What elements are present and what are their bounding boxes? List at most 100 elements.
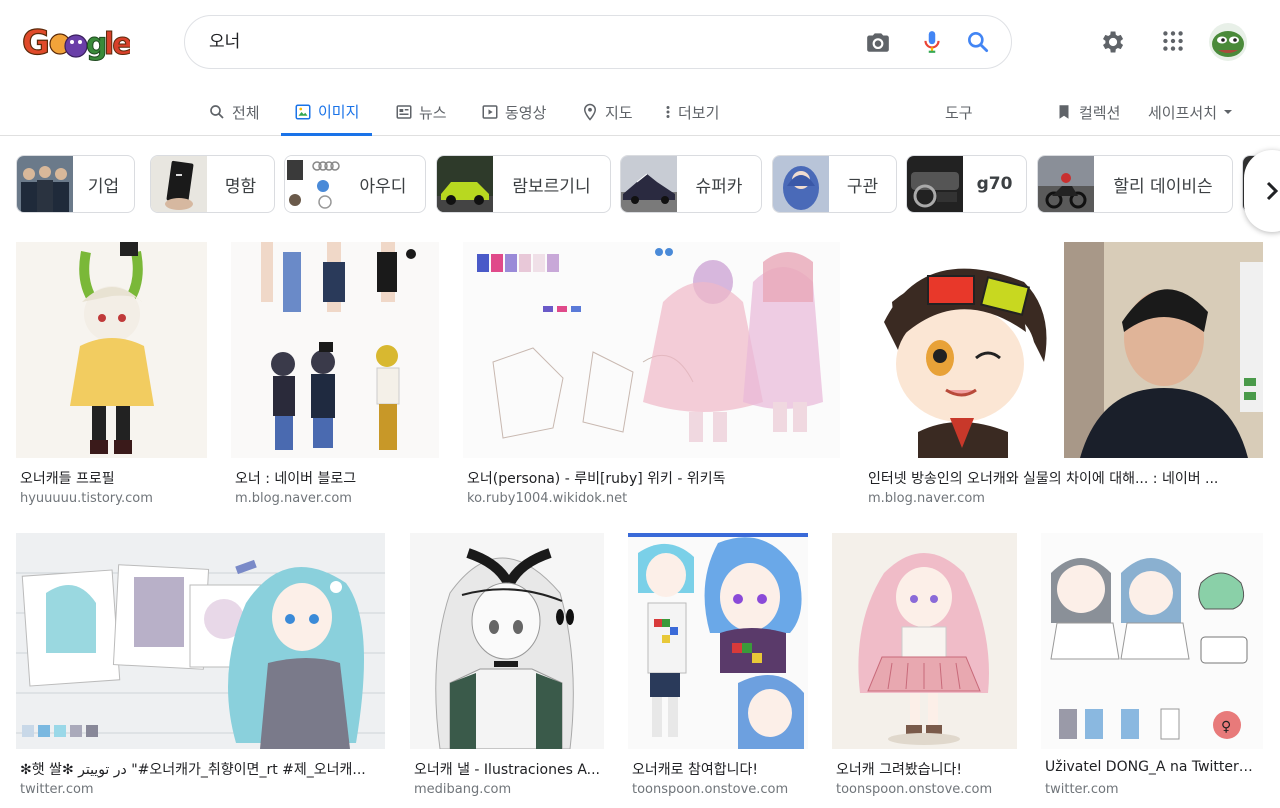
result-image: [410, 533, 604, 749]
image-result[interactable]: ✻햇 쌀✻ در توییتر "#오너캐가_취향이면_rt #제_오너캐...…: [16, 533, 385, 803]
tab-more[interactable]: 더보기: [664, 90, 719, 134]
result-source: twitter.com: [1045, 782, 1119, 797]
chip-item[interactable]: 아우디: [284, 155, 426, 213]
safesearch-button[interactable]: 세이프서치: [1148, 90, 1233, 134]
result-image: [16, 242, 207, 458]
apps-grid-icon[interactable]: [1160, 28, 1186, 58]
map-pin-icon: [583, 103, 597, 121]
image-result[interactable]: 오너캐 그려봤습니다! toonspoon.onstove.com: [832, 533, 1017, 803]
caret-down-icon: [1224, 110, 1233, 114]
result-source: ko.ruby1004.wikidok.net: [467, 491, 628, 506]
result-title[interactable]: Uživatel DONG_A na Twitteru: ...: [1045, 759, 1261, 775]
result-source: hyuuuuu.tistory.com: [20, 491, 153, 506]
result-title[interactable]: 오너(persona) - 루비[ruby] 위키 - 위키독: [467, 468, 838, 488]
result-image: [832, 533, 1017, 749]
result-image: [463, 242, 840, 458]
more-vert-icon: [666, 106, 670, 118]
settings-gear-icon[interactable]: [1098, 28, 1126, 60]
chip-label: 슈퍼카: [695, 176, 743, 197]
result-image: [16, 533, 385, 749]
search-box[interactable]: 오너: [184, 15, 1012, 69]
search-input[interactable]: 오너: [209, 16, 240, 68]
chip-thumbnail: [773, 156, 829, 212]
chip-thumbnail: [907, 156, 963, 212]
chips-next-button[interactable]: [1244, 150, 1280, 232]
tab-maps[interactable]: 지도: [581, 90, 633, 134]
result-source: m.blog.naver.com: [868, 491, 985, 506]
image-result[interactable]: 오너캐들 프로필 hyuuuuu.tistory.com: [16, 242, 207, 512]
result-title[interactable]: 오너 : 네이버 블로그: [235, 468, 437, 488]
tab-label: 뉴스: [419, 103, 447, 122]
result-title[interactable]: 오너캐들 프로필: [20, 468, 205, 488]
safesearch-label: 세이프서치: [1148, 103, 1218, 122]
result-image: [864, 242, 1263, 458]
account-avatar[interactable]: [1208, 22, 1248, 66]
tab-news[interactable]: 뉴스: [395, 90, 447, 134]
collections-button[interactable]: 컬렉션: [1055, 90, 1120, 134]
tab-label: 전체: [232, 103, 260, 122]
collections-label: 컬렉션: [1079, 103, 1121, 122]
microphone-icon[interactable]: [919, 29, 945, 55]
result-image: [231, 242, 439, 458]
chip-label: g70: [976, 174, 1013, 194]
image-result[interactable]: 오너캐 낼 - Ilustraciones A... medibang.com: [410, 533, 604, 803]
tab-label: 이미지: [318, 103, 360, 121]
google-doodle-logo[interactable]: G g le: [20, 20, 133, 63]
chevron-right-icon: [1266, 181, 1279, 201]
chip-item[interactable]: 명함: [150, 155, 275, 213]
tab-images[interactable]: 이미지: [281, 90, 373, 136]
chip-item[interactable]: 구관: [772, 155, 897, 213]
chip-label: 람보르기니: [512, 176, 591, 197]
svg-text:le: le: [104, 27, 130, 62]
chip-item[interactable]: 슈퍼카: [620, 155, 762, 213]
image-icon: [295, 104, 311, 119]
search-icon: [210, 105, 224, 119]
result-image: ♀: [1041, 533, 1263, 749]
chip-label: 구관: [846, 176, 879, 197]
chip-label: 할리 데이비슨: [1113, 176, 1213, 197]
bookmark-icon: [1059, 105, 1069, 119]
image-result[interactable]: 인터넷 방송인의 오너캐와 실물의 차이에 대해... : 네이버 ... m.…: [864, 242, 1263, 512]
chip-thumbnail: [17, 156, 73, 212]
tab-label: 더보기: [678, 103, 720, 122]
tab-videos[interactable]: 동영상: [481, 90, 546, 134]
chip-item[interactable]: 할리 데이비슨: [1037, 155, 1233, 213]
result-source: toonspoon.onstove.com: [836, 782, 993, 797]
image-result[interactable]: 오너캐로 참여합니다! toonspoon.onstove.com: [628, 533, 808, 803]
news-icon: [396, 105, 412, 119]
search-icon[interactable]: [965, 29, 991, 55]
tab-label: 지도: [605, 103, 633, 122]
video-play-icon: [482, 105, 498, 119]
chip-thumbnail: [151, 156, 207, 212]
chip-item[interactable]: 기업: [16, 155, 135, 213]
tab-all[interactable]: 전체: [208, 90, 260, 134]
related-searches-chips: 기업 명함 아우디 람보르기니 슈퍼카 구관 g70 할리 데이비슨: [16, 155, 1280, 213]
chip-label: 명함: [224, 176, 257, 197]
chip-thumbnail: [437, 156, 493, 212]
image-result[interactable]: 오너 : 네이버 블로그 m.blog.naver.com: [231, 242, 439, 512]
result-source: twitter.com: [20, 782, 94, 797]
result-source: m.blog.naver.com: [235, 491, 352, 506]
svg-text:♀: ♀: [1221, 719, 1231, 735]
result-source: medibang.com: [414, 782, 512, 797]
result-title[interactable]: 오너캐 그려봤습니다!: [836, 759, 1015, 779]
chip-label: 기업: [87, 176, 120, 197]
chip-item[interactable]: 람보르기니: [436, 155, 611, 213]
result-title[interactable]: 인터넷 방송인의 오너캐와 실물의 차이에 대해... : 네이버 ...: [868, 468, 1261, 488]
image-result[interactable]: ♀ Uživatel DONG_A na Twitteru: ... twitt…: [1041, 533, 1263, 803]
svg-text:g: g: [86, 27, 105, 62]
header: G g le 오너 전체 이미지 뉴스 동영상 지도 더보기 도구 컬렉션 세이…: [0, 0, 1280, 136]
chip-item[interactable]: g70: [906, 155, 1027, 213]
tools-button[interactable]: 도구: [945, 90, 973, 134]
image-result[interactable]: 오너(persona) - 루비[ruby] 위키 - 위키독 ko.ruby1…: [463, 242, 840, 512]
tools-label: 도구: [945, 103, 973, 122]
chip-thumbnail: [1038, 156, 1094, 212]
result-source: toonspoon.onstove.com: [632, 782, 789, 797]
result-title[interactable]: ✻햇 쌀✻ در توییتر "#오너캐가_취향이면_rt #제_오너캐...: [20, 759, 383, 779]
result-image: [628, 533, 808, 749]
svg-text:G: G: [22, 23, 48, 62]
result-title[interactable]: 오너캐로 참여합니다!: [632, 759, 806, 779]
camera-icon[interactable]: [865, 29, 891, 55]
result-title[interactable]: 오너캐 낼 - Ilustraciones A...: [414, 759, 602, 779]
chip-thumbnail: [285, 156, 341, 212]
